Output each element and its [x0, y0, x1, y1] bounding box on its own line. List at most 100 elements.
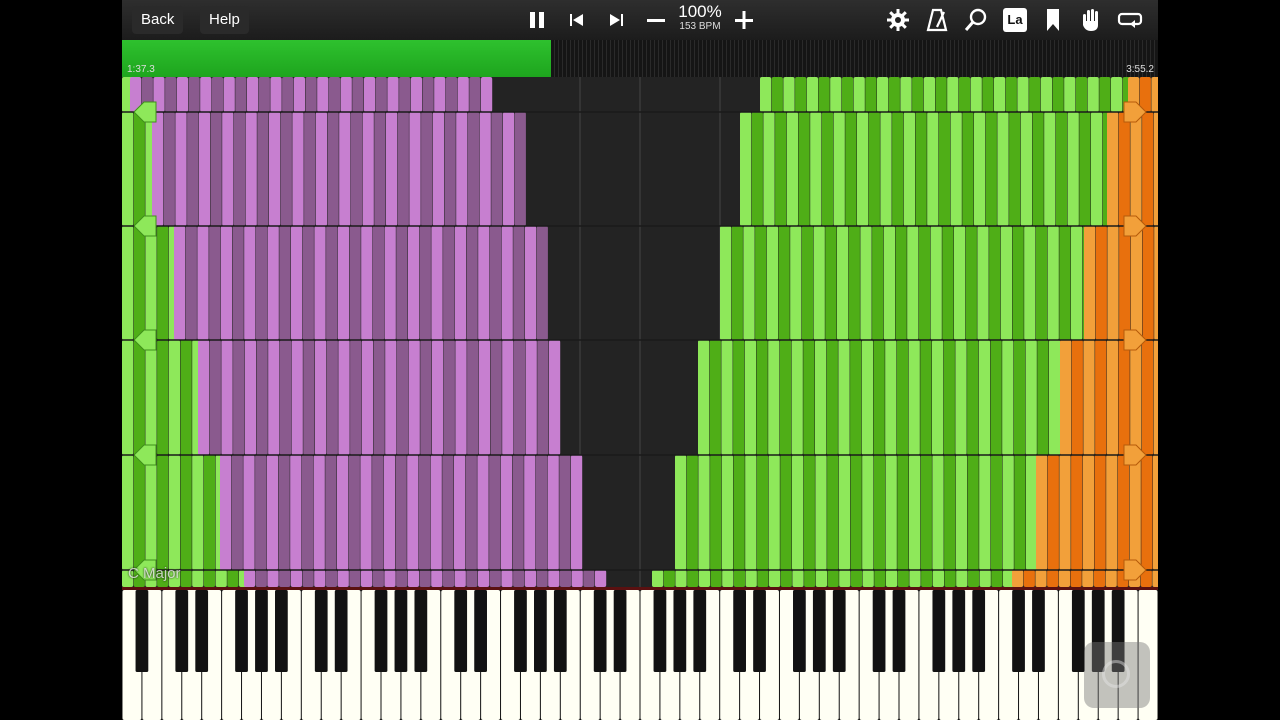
gear-icon[interactable] — [883, 5, 913, 35]
note-block — [722, 570, 734, 587]
falling-notes-area: C Major — [122, 77, 1158, 587]
note-block — [862, 570, 874, 587]
metronome-icon[interactable] — [922, 5, 952, 35]
note-block — [1035, 570, 1047, 587]
note-block — [873, 455, 886, 570]
note-block — [454, 570, 466, 587]
note-block — [477, 455, 489, 570]
note-block — [1032, 112, 1044, 226]
note-block — [740, 112, 752, 226]
note-block — [892, 112, 904, 226]
note-block — [349, 226, 361, 340]
black-key — [195, 590, 209, 672]
black-key — [135, 590, 149, 672]
note-block — [1106, 455, 1118, 570]
note-block — [197, 226, 209, 340]
current-time: 1:37.3 — [127, 64, 155, 75]
note-block — [328, 77, 341, 112]
bookmark-icon[interactable] — [1038, 5, 1068, 35]
note-block — [1154, 226, 1158, 340]
help-button[interactable]: Help — [200, 6, 249, 34]
note-block — [967, 340, 979, 455]
piano-keys[interactable] — [122, 590, 1158, 720]
note-block — [409, 112, 421, 226]
note-block — [502, 340, 514, 455]
note-block — [317, 77, 329, 112]
note-block — [923, 77, 935, 112]
note-block — [244, 570, 256, 587]
note-block — [942, 226, 954, 340]
hand-icon[interactable] — [1076, 5, 1106, 35]
note-block — [122, 340, 134, 455]
note-block — [490, 340, 502, 455]
note-block — [720, 226, 732, 340]
note-block — [221, 340, 233, 455]
note-block — [1005, 77, 1017, 112]
note-block — [337, 455, 349, 570]
black-key — [474, 590, 487, 672]
note-block — [768, 340, 780, 455]
minus-icon[interactable] — [641, 5, 671, 35]
song-progress-bar[interactable] — [122, 40, 1158, 77]
loop-icon[interactable] — [1115, 5, 1145, 35]
note-block — [947, 77, 959, 112]
note-block — [478, 226, 490, 340]
note-block — [663, 570, 675, 587]
note-label-icon[interactable]: La — [1000, 5, 1030, 35]
back-button[interactable]: Back — [132, 6, 184, 34]
key-signature-label: C Major — [128, 565, 181, 582]
skip-forward-icon[interactable] — [601, 5, 631, 35]
note-block — [337, 570, 349, 587]
note-block — [1047, 226, 1059, 340]
note-block — [921, 570, 933, 587]
pause-icon[interactable] — [522, 5, 552, 35]
note-block — [1067, 112, 1079, 226]
note-block — [421, 112, 433, 226]
note-block — [815, 570, 827, 587]
note-block — [1052, 77, 1064, 112]
note-block — [930, 226, 942, 340]
note-block — [571, 570, 583, 587]
note-block — [362, 112, 374, 226]
overlay-button[interactable] — [1084, 642, 1150, 708]
note-block — [419, 226, 431, 340]
note-block — [549, 340, 561, 455]
note-block — [302, 226, 314, 340]
note-block — [245, 112, 257, 226]
note-block — [524, 570, 536, 587]
note-block — [514, 112, 526, 226]
note-block — [548, 570, 560, 587]
note-block — [203, 570, 216, 587]
note-block — [967, 570, 980, 587]
search-icon[interactable] — [961, 5, 991, 35]
note-block — [1141, 340, 1154, 455]
note-block — [880, 112, 892, 226]
note-block — [410, 77, 422, 112]
note-block — [1047, 570, 1059, 587]
note-block — [133, 340, 145, 455]
note-block — [1153, 112, 1158, 226]
note-block — [432, 112, 444, 226]
note-block — [810, 112, 822, 226]
black-key — [175, 590, 189, 672]
note-block — [837, 226, 849, 340]
note-block — [442, 570, 455, 587]
note-block — [180, 340, 192, 455]
skip-back-icon[interactable] — [562, 5, 592, 35]
note-block — [920, 340, 932, 455]
note-block — [1119, 226, 1131, 340]
black-key — [1071, 590, 1085, 672]
note-block — [385, 340, 397, 455]
note-block — [873, 340, 885, 455]
note-block — [387, 77, 399, 112]
plus-icon[interactable] — [729, 5, 759, 35]
note-block — [489, 455, 501, 570]
note-block — [861, 340, 873, 455]
black-key — [255, 590, 268, 672]
note-block — [778, 226, 790, 340]
note-block — [1082, 570, 1094, 587]
note-block — [457, 77, 469, 112]
note-block — [305, 77, 317, 112]
note-block — [974, 112, 986, 226]
piano-keyboard[interactable] — [122, 587, 1158, 720]
